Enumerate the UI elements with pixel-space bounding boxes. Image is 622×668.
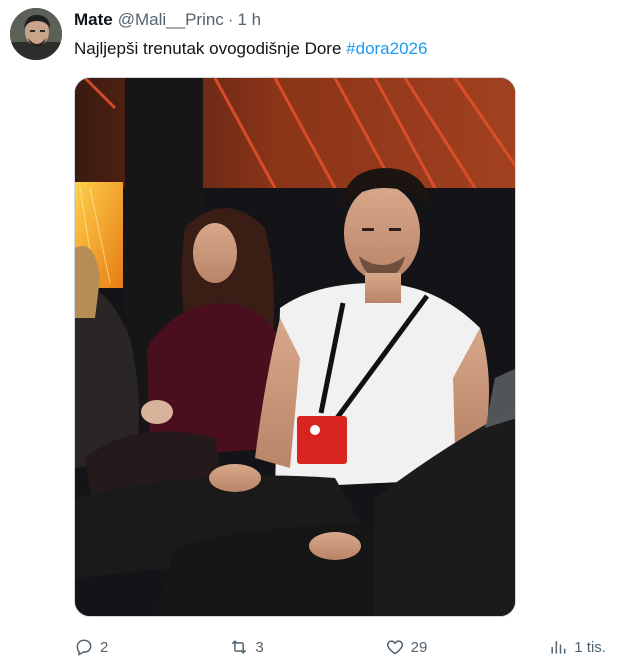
display-name[interactable]: Mate	[74, 9, 113, 31]
separator-dot: ·	[227, 10, 234, 29]
photo-scene	[75, 78, 515, 616]
retweet-button[interactable]: 3	[229, 637, 264, 657]
hashtag-link[interactable]: #dora2026	[346, 39, 427, 58]
analytics-icon	[551, 641, 566, 654]
tweet-content: Mate @Mali__Princ · 1 h Najljepši trenut…	[74, 9, 606, 61]
heart-icon	[386, 640, 403, 655]
views-count: 1 tis.	[574, 638, 606, 656]
like-count: 29	[410, 638, 428, 656]
retweet-icon	[232, 640, 247, 654]
tweet-timestamp[interactable]: 1 h	[237, 9, 261, 31]
user-handle[interactable]: @Mali__Princ	[118, 9, 224, 31]
tweet[interactable]: Mate @Mali__Princ · 1 h Najljepši trenut…	[0, 0, 622, 668]
reply-count: 2	[100, 638, 109, 656]
tweet-header: Mate @Mali__Princ · 1 h	[74, 9, 606, 31]
tweet-media-photo[interactable]	[74, 77, 516, 617]
tweet-text-body: Najljepši trenutak ovogodišnje Dore	[74, 39, 347, 58]
views-button[interactable]: 1 tis.	[548, 637, 606, 657]
avatar[interactable]	[10, 8, 62, 60]
like-button[interactable]: 29	[385, 637, 428, 657]
reply-button[interactable]: 2	[74, 637, 108, 657]
tweet-actions: 2 3 29 1 tis.	[74, 633, 606, 661]
tweet-text: Najljepši trenutak ovogodišnje Dore #dor…	[74, 37, 606, 61]
reply-icon	[76, 639, 92, 656]
retweet-count: 3	[255, 638, 264, 656]
